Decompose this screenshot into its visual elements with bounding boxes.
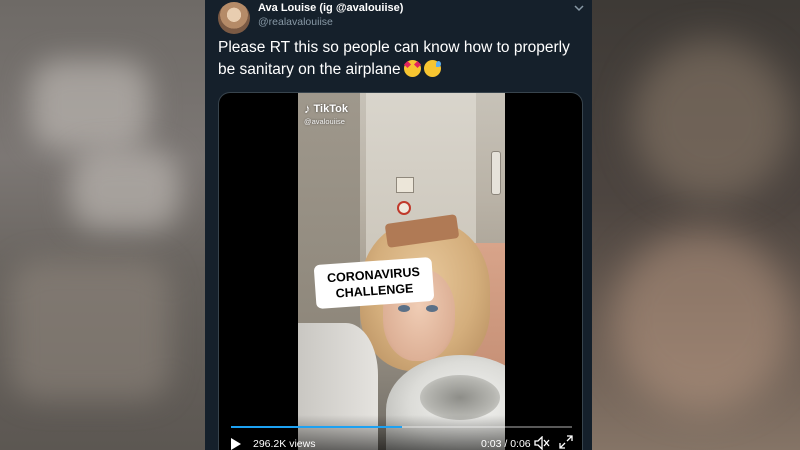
blurred-background-right [592, 0, 800, 450]
user-handle[interactable]: @realavalouiise [258, 16, 333, 28]
tiktok-label: TikTok [313, 102, 348, 115]
smiling-face-with-hearts-icon [403, 60, 421, 77]
tiktok-logo-icon: ♪ [304, 101, 311, 116]
display-name[interactable]: Ava Louise (ig @avalouiise) [258, 2, 403, 14]
blurred-background-left [0, 0, 205, 450]
lavatory-sign [396, 177, 414, 193]
person-eye [426, 305, 438, 312]
view-count: 296.2K views [253, 438, 316, 450]
blurred-shape [30, 60, 150, 150]
video-timecode: 0:03 / 0:06 [481, 438, 531, 450]
blurred-shape [612, 230, 792, 410]
video-player[interactable]: ♪ TikTok @avalouiise CORONAVIRUS CHALLEN… [218, 92, 583, 450]
tweet-body: Please RT this so people can know how to… [218, 39, 570, 78]
tiktok-watermark: ♪ TikTok [304, 101, 348, 116]
tweet-text: Please RT this so people can know how to… [218, 37, 580, 81]
person-eye [398, 305, 410, 312]
no-smoking-sign [397, 201, 411, 215]
blurred-shape [10, 260, 170, 400]
tiktok-username: @avalouiise [304, 117, 345, 126]
toilet-bowl [420, 375, 500, 420]
video-caption-sticker: CORONAVIRUS CHALLENGE [313, 256, 435, 310]
fullscreen-icon[interactable] [559, 435, 573, 449]
grinning-face-with-sweat-icon [423, 60, 441, 77]
avatar[interactable] [218, 2, 250, 34]
video-progress-bar[interactable] [231, 426, 572, 428]
play-icon[interactable] [231, 438, 241, 450]
video-progress-fill [231, 426, 402, 428]
blurred-shape [70, 150, 180, 230]
tweet-card[interactable]: Ava Louise (ig @avalouiise) @realavaloui… [205, 0, 592, 450]
mute-icon[interactable] [534, 436, 550, 450]
caret-down-icon[interactable] [574, 3, 584, 13]
grab-handle [491, 151, 501, 195]
blurred-shape [632, 40, 792, 200]
